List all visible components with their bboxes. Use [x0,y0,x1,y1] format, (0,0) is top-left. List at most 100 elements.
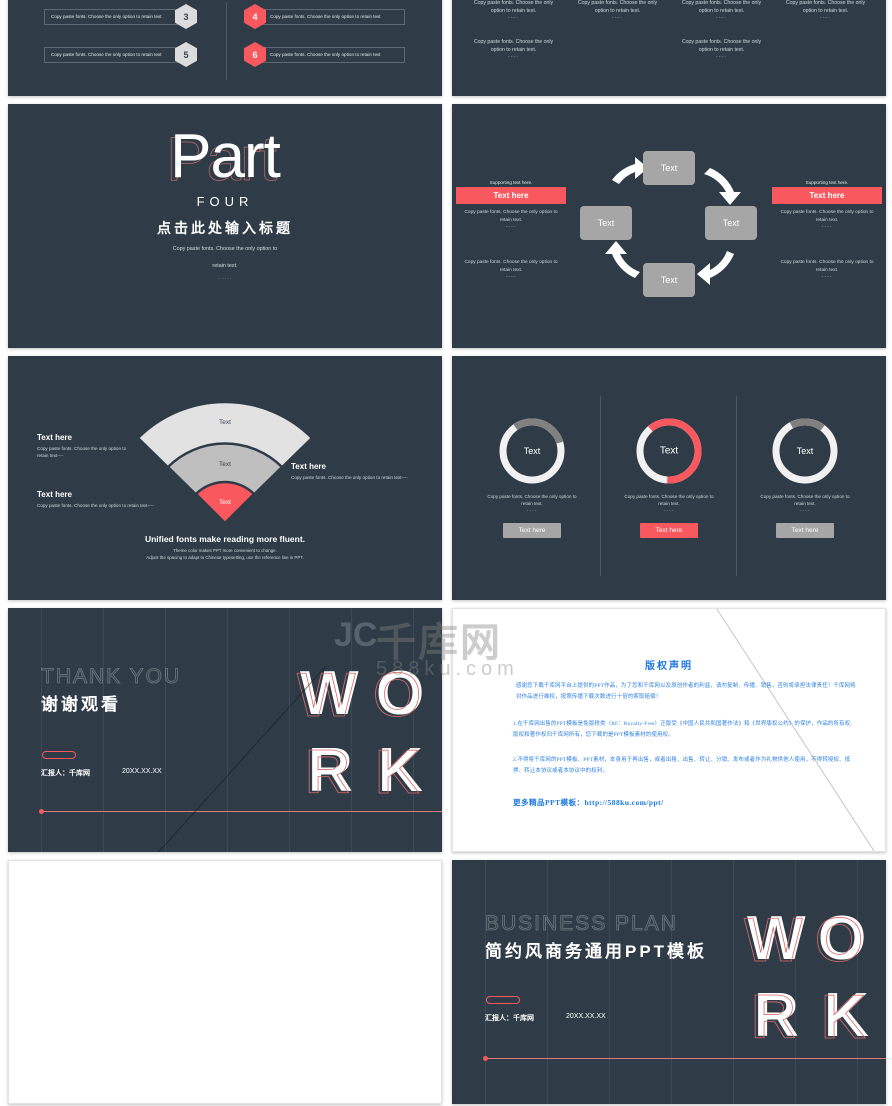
part-word-front: Part [170,122,281,191]
cover-letter-o: O O [373,661,425,730]
ring-button-1[interactable]: Text here [502,522,562,538]
cycle-panel-right-top-band[interactable]: Text here [772,187,882,204]
fan-footer-line2: Adjust the spacing to adapt to Chinese t… [146,555,304,561]
ring-body-2-line2: retain text. [658,501,680,507]
accent-rule [41,811,442,812]
column-cell-3: Copy paste fonts. Choose the only option… [674,0,769,21]
cycle-panel-right-bottom-dots: ---- [821,274,833,281]
hex-item-5-text: Copy paste fonts. Choose the only option… [44,46,186,63]
cover-letter-o-ghost: O [373,661,422,730]
ring-dots-1: ---- [526,507,538,514]
column-cell-1-line1: Copy paste fonts. Choose the only [473,0,554,6]
copyright-paragraph-2: 1.在千库网出售的PPT模板是免版税类（RF：Royalty-Free）正版受《… [513,721,856,738]
cover-date: 20XX.XX.XX [566,1013,606,1020]
cycle-panel-left-bottom: Copy paste fonts. Choose the only option… [456,259,566,280]
cycle-node-top[interactable]: Text [643,151,695,185]
slide-section-divider[interactable]: Part Part FOUR 点击此处输入标题 Copy paste fonts… [8,104,442,348]
ring-button-2[interactable]: Text here [639,522,699,538]
hex-item-3[interactable]: Copy paste fonts. Choose the only option… [44,4,197,29]
column-cell-1-line2: option to retain text. [490,8,537,15]
cover-letter-k-ghost: K [375,738,421,807]
ring-chart-1: Text [497,416,567,486]
cover-letter-w: W W [744,908,806,972]
cycle-panel-left-top-line1: Copy paste fonts. Choose the only option… [464,210,558,215]
ring-button-3[interactable]: Text here [775,522,835,538]
column-cell-3-line1: Copy paste fonts. Choose the only [681,0,762,6]
slide-fan-diagram[interactable]: Text Text Text Text here Copy paste font… [8,356,442,600]
cover-letter-r: R R [305,738,353,807]
cycle-panel-left-top-band[interactable]: Text here [456,187,566,204]
accent-dot [39,809,44,814]
fan-footer-line1: Theme color makes PPT more convenient to… [173,548,277,553]
slide-grid-page: Copy paste fonts. Choose the only option… [0,0,892,1106]
pill-accent-shape [486,996,520,1004]
cycle-node-right[interactable]: Text [705,206,757,240]
hex-item-4-text: Copy paste fonts. Choose the only option… [255,8,405,25]
svg-text:Text: Text [219,499,231,506]
slide-column-text-grid[interactable]: Copy paste fonts. Choose the only option… [452,0,886,96]
cover-letter-k: K K [375,738,423,807]
svg-text:Text: Text [219,419,231,426]
cover-letter-r: R R [751,985,799,1049]
fan-label-left-top-heading: Text here [37,433,72,442]
copyright-link[interactable]: 更多精品PPT模板：http://588ku.com/ppt/ [513,797,664,808]
ring-center-label-1: Text [523,446,541,456]
cycle-panel-left-bottom-line1: Copy paste fonts. Choose the only option… [464,260,558,265]
cover-letter-r-ghost: R [305,738,351,807]
slide-cycle-diagram[interactable]: Text Text Text Text Supporting text here… [452,104,886,348]
cycle-node-bottom[interactable]: Text [643,263,695,297]
section-divider-content: Part Part FOUR 点击此处输入标题 Copy paste fonts… [8,126,442,282]
hex-item-3-text: Copy paste fonts. Choose the only option… [44,8,186,25]
slide-thank-you[interactable]: THANK YOU 谢谢观看 汇报人：千库网 20XX.XX.XX W W O … [8,608,442,852]
part-dots: ...... [217,275,233,282]
ring-stat-3[interactable]: Text Copy paste fonts. Choose the only o… [735,416,875,538]
cover-cn-title: 简约风商务通用PPT模板 [485,942,708,961]
copyright-paragraph-3: 2.不得将千库网的PPT模板、PPT素材，本身用于再出售，或者出租、出售、转让、… [513,757,851,774]
ring-body-2-line1: Copy paste fonts. Choose the only option… [624,494,714,499]
ring-center-label-3: Text [796,446,814,456]
thank-you-cn-title: 谢谢观看 [41,695,121,714]
cycle-panel-left-top-supporting: Supporting text here. [489,180,533,185]
column-cell-6-line1: Copy paste fonts. Choose the only [681,39,762,45]
center-divider [226,2,227,80]
column-cell-5-line1: Copy paste fonts. Choose the only [473,39,554,45]
column-cell-4-line2: option to retain text. [802,8,849,15]
part-number: FOUR [196,194,254,209]
cycle-panel-right-bottom-line2: retain text. [815,267,839,273]
cycle-panel-right-top: Supporting text here. Text here Copy pas… [772,180,882,230]
svg-text:Text: Text [219,461,231,468]
column-cell-5-line2: option to retain text. [490,47,537,54]
cycle-panel-right-top-dots: ---- [821,224,833,231]
ring-chart-3: Text [770,416,840,486]
ring-stat-2[interactable]: Text Copy paste fonts. Choose the only o… [599,416,739,538]
part-body-line2: retain text. [212,262,238,269]
fan-label-left-bottom-body: Copy paste fonts. Choose the only option… [37,503,154,508]
cover-letter-w-ghost: W [297,661,356,730]
ring-chart-2: Text [634,416,704,486]
hex-item-6[interactable]: 6 Copy paste fonts. Choose the only opti… [244,42,405,67]
cycle-panel-left-top: Supporting text here. Text here Copy pas… [456,180,566,230]
pill-accent-shape [42,751,76,759]
hex-item-5[interactable]: Copy paste fonts. Choose the only option… [44,42,197,67]
slide-copyright[interactable]: 版权声明 感谢您下载千库网平台上提供的PPT作品，为了您和千库网以及原创作者的利… [452,608,886,852]
cycle-node-left[interactable]: Text [580,206,632,240]
column-cell-4: Copy paste fonts. Choose the only option… [778,0,873,21]
cycle-panel-right-top-supporting: Supporting text here. [805,180,849,185]
slide-blank[interactable] [8,860,442,1104]
fan-label-right-heading: Text here [291,462,326,471]
column-cell-2-line1: Copy paste fonts. Choose the only [577,0,658,6]
accent-rule [485,1058,886,1059]
hex-item-4[interactable]: 4 Copy paste fonts. Choose the only opti… [244,4,405,29]
cover-letter-o-ghost: O [815,906,864,975]
slide-hexagon-list[interactable]: Copy paste fonts. Choose the only option… [8,0,442,96]
ring-body-1-line1: Copy paste fonts. Choose the only option… [487,494,577,499]
column-cell-1-dots: ---- [508,15,519,22]
ring-stat-1[interactable]: Text Copy paste fonts. Choose the only o… [462,416,602,538]
slide-ring-stats[interactable]: Text Copy paste fonts. Choose the only o… [452,356,886,600]
cover-en-title: BUSINESS PLAN [485,912,678,936]
accent-dot [483,1056,488,1061]
cycle-panel-right-bottom: Copy paste fonts. Choose the only option… [772,259,882,280]
slide-business-plan-cover[interactable]: BUSINESS PLAN 简约风商务通用PPT模板 汇报人：千库网 20XX.… [452,860,886,1104]
fan-label-right-body: Copy paste fonts. Choose the only option… [291,475,408,480]
ring-body-3-line2: retain text. [794,501,816,507]
